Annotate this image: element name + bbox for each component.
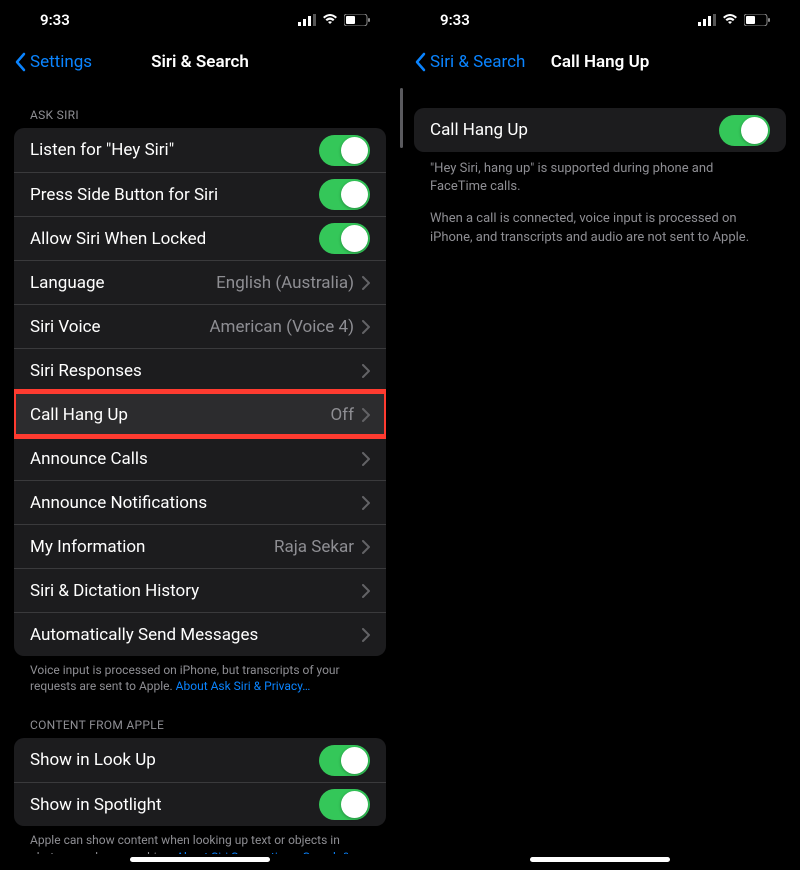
description-1: "Hey Siri, hang up" is supported during …	[414, 152, 786, 196]
row-value: Raja Sekar	[274, 537, 354, 557]
section-header-content-apple: Content from Apple	[14, 694, 386, 738]
row-allow-when-locked[interactable]: Allow Siri When Locked	[14, 216, 386, 260]
toggle-listen-hey-siri[interactable]	[319, 135, 370, 166]
nav-title: Call Hang Up	[551, 52, 650, 72]
list-ask-siri: Listen for "Hey Siri" Press Side Button …	[14, 128, 386, 656]
footer-ask-siri: Voice input is processed on iPhone, but …	[14, 656, 386, 694]
wifi-icon	[722, 14, 738, 26]
nav-title: Siri & Search	[151, 52, 249, 72]
back-label: Siri & Search	[430, 52, 525, 72]
chevron-left-icon	[414, 52, 426, 72]
row-label: Listen for "Hey Siri"	[30, 140, 319, 160]
status-icons	[298, 14, 370, 26]
nav-bar: Settings Siri & Search	[0, 40, 400, 84]
nav-bar: Siri & Search Call Hang Up	[400, 40, 800, 84]
back-label: Settings	[30, 52, 92, 72]
row-label: Announce Notifications	[30, 493, 362, 513]
battery-icon	[344, 14, 370, 26]
status-time: 9:33	[40, 11, 70, 29]
row-show-look-up[interactable]: Show in Look Up	[14, 738, 386, 782]
row-show-spotlight[interactable]: Show in Spotlight	[14, 782, 386, 826]
back-button[interactable]: Siri & Search	[414, 52, 525, 72]
cellular-icon	[298, 14, 316, 26]
home-indicator[interactable]	[130, 857, 270, 862]
section-header-ask-siri: Ask Siri	[14, 84, 386, 128]
chevron-right-icon	[362, 276, 370, 290]
row-label: Announce Calls	[30, 449, 362, 469]
row-siri-responses[interactable]: Siri Responses	[14, 348, 386, 392]
row-announce-notifications[interactable]: Announce Notifications	[14, 480, 386, 524]
chevron-right-icon	[362, 320, 370, 334]
link-ask-siri-privacy[interactable]: About Ask Siri & Privacy…	[176, 679, 311, 693]
chevron-right-icon	[362, 364, 370, 378]
status-time: 9:33	[440, 11, 470, 29]
content-right[interactable]: Call Hang Up "Hey Siri, hang up" is supp…	[400, 84, 800, 854]
chevron-right-icon	[362, 452, 370, 466]
row-label: Allow Siri When Locked	[30, 229, 319, 249]
wifi-icon	[322, 14, 338, 26]
row-auto-send-messages[interactable]: Automatically Send Messages	[14, 612, 386, 656]
row-announce-calls[interactable]: Announce Calls	[14, 436, 386, 480]
chevron-right-icon	[362, 540, 370, 554]
status-icons	[698, 14, 770, 26]
footer-content-apple: Apple can show content when looking up t…	[14, 826, 386, 854]
toggle-allow-when-locked[interactable]	[319, 223, 370, 254]
chevron-left-icon	[14, 52, 26, 72]
row-siri-dictation-history[interactable]: Siri & Dictation History	[14, 568, 386, 612]
content-left[interactable]: Ask Siri Listen for "Hey Siri" Press Sid…	[0, 84, 400, 854]
row-press-side-button[interactable]: Press Side Button for Siri	[14, 172, 386, 216]
row-language[interactable]: Language English (Australia)	[14, 260, 386, 304]
list-call-hang-up: Call Hang Up	[414, 108, 786, 152]
status-bar: 9:33	[0, 0, 400, 40]
status-bar: 9:33	[400, 0, 800, 40]
row-call-hang-up-toggle[interactable]: Call Hang Up	[414, 108, 786, 152]
row-label: Siri & Dictation History	[30, 581, 362, 601]
toggle-show-spotlight[interactable]	[319, 789, 370, 820]
row-value: American (Voice 4)	[209, 317, 354, 337]
row-siri-voice[interactable]: Siri Voice American (Voice 4)	[14, 304, 386, 348]
row-value: English (Australia)	[216, 273, 354, 293]
row-my-information[interactable]: My Information Raja Sekar	[14, 524, 386, 568]
row-label: Show in Look Up	[30, 750, 319, 770]
row-label: Automatically Send Messages	[30, 625, 362, 645]
toggle-call-hang-up[interactable]	[719, 115, 770, 146]
home-indicator[interactable]	[530, 857, 670, 862]
toggle-press-side-button[interactable]	[319, 179, 370, 210]
row-label: Show in Spotlight	[30, 795, 319, 815]
row-listen-hey-siri[interactable]: Listen for "Hey Siri"	[14, 128, 386, 172]
row-label: Call Hang Up	[30, 405, 330, 425]
row-label: Call Hang Up	[430, 120, 719, 140]
chevron-right-icon	[362, 408, 370, 422]
chevron-right-icon	[362, 496, 370, 510]
row-label: Siri Responses	[30, 361, 362, 381]
row-value: Off	[330, 405, 354, 425]
row-label: Language	[30, 273, 216, 293]
back-button[interactable]: Settings	[14, 52, 92, 72]
cellular-icon	[698, 14, 716, 26]
phone-right: 9:33 Siri & Search Call Hang Up Call Han…	[400, 0, 800, 870]
row-label: Siri Voice	[30, 317, 209, 337]
chevron-right-icon	[362, 628, 370, 642]
battery-icon	[744, 14, 770, 26]
phone-left: 9:33 Settings Siri & Search Ask Siri Lis…	[0, 0, 400, 870]
list-content-apple: Show in Look Up Show in Spotlight	[14, 738, 386, 826]
chevron-right-icon	[362, 584, 370, 598]
row-label: Press Side Button for Siri	[30, 185, 319, 205]
toggle-show-look-up[interactable]	[319, 745, 370, 776]
row-call-hang-up[interactable]: Call Hang Up Off	[14, 392, 386, 436]
description-2: When a call is connected, voice input is…	[414, 196, 786, 246]
row-label: My Information	[30, 537, 274, 557]
